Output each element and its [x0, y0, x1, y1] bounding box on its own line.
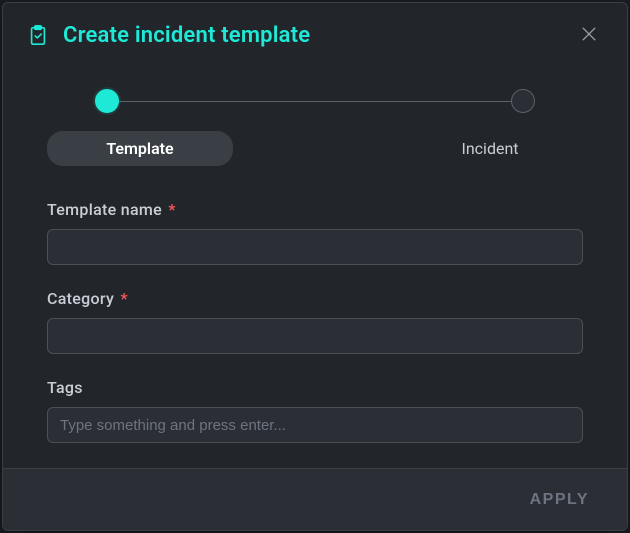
dialog-title: Create incident template: [63, 23, 575, 48]
close-icon: [579, 24, 599, 47]
stepper: [95, 89, 535, 115]
category-label-text: Category: [47, 289, 114, 308]
dialog-footer: APPLY: [3, 468, 627, 530]
stepper-line: [107, 101, 523, 102]
category-input[interactable]: [47, 318, 583, 354]
field-tags: Tags: [47, 378, 583, 443]
dialog-body: Template Incident Template name * Catego…: [3, 67, 627, 468]
close-button[interactable]: [575, 21, 603, 49]
template-name-label-text: Template name: [47, 200, 162, 219]
dialog-header: Create incident template: [3, 3, 627, 67]
apply-button[interactable]: APPLY: [520, 483, 599, 517]
create-incident-template-dialog: Create incident template Template Incide…: [2, 2, 628, 531]
step-label-incident[interactable]: Incident: [397, 131, 583, 166]
field-category: Category *: [47, 289, 583, 354]
stepper-dot-template[interactable]: [95, 89, 119, 113]
tags-label: Tags: [47, 378, 583, 397]
tags-input[interactable]: [47, 407, 583, 443]
template-name-label: Template name *: [47, 200, 583, 219]
stepper-dot-incident[interactable]: [511, 89, 535, 113]
clipboard-check-icon: [27, 24, 49, 46]
stepper-labels: Template Incident: [47, 131, 583, 166]
category-label: Category *: [47, 289, 583, 308]
required-marker: *: [168, 200, 175, 219]
field-template-name: Template name *: [47, 200, 583, 265]
template-name-input[interactable]: [47, 229, 583, 265]
required-marker: *: [120, 289, 127, 308]
step-label-template[interactable]: Template: [47, 131, 233, 166]
